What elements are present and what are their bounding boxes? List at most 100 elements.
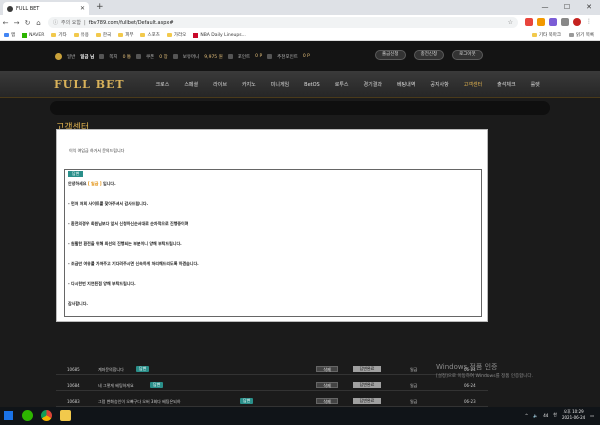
recpoint-value: 0 P (302, 54, 310, 59)
nav-minigame[interactable]: 미니게임 (263, 81, 296, 88)
file-explorer-icon[interactable] (60, 410, 71, 421)
site-logo[interactable]: FULL BET (54, 78, 125, 91)
recpoint-icon (267, 54, 273, 59)
answer-greeting: 안녕하세요 [ 일금 ] 입니다. (68, 181, 116, 186)
profile-avatar-icon[interactable] (573, 18, 581, 26)
bookmark-folder[interactable]: 가라오 (166, 32, 186, 38)
bookmark-folder[interactable]: 기타 (51, 32, 67, 38)
coupon-icon (136, 54, 141, 59)
back-icon[interactable]: ← (0, 19, 11, 27)
puzzle-icon[interactable] (561, 18, 569, 26)
nav-cross[interactable]: 크로스 (148, 81, 177, 88)
coupon-label[interactable]: 쿠폰 (146, 54, 154, 60)
extensions-bar: ⋮ (525, 18, 593, 26)
chrome-icon[interactable] (41, 410, 52, 421)
answer-badge: 답변 (150, 382, 164, 388)
logout-button[interactable]: 로그아웃 (452, 50, 483, 60)
delete-button[interactable]: 삭제 (316, 382, 338, 388)
bookmark-folder[interactable]: 유용 (73, 32, 89, 38)
folder-icon (140, 33, 146, 37)
row-title[interactable]: 계좌문의합니다 (98, 367, 124, 373)
tab-title: FULL BET (16, 5, 40, 12)
answer-line: 감사합니다. (68, 301, 88, 306)
delete-button[interactable]: 삭제 (316, 398, 338, 404)
reading-list-icon (569, 33, 574, 37)
nav-live[interactable]: 라이브 (206, 81, 235, 88)
nav-casino[interactable]: 카지노 (234, 81, 263, 88)
taskbar-apps (22, 410, 71, 421)
clock[interactable]: 오후 10:29 2021-06-24 (562, 409, 585, 421)
row-title[interactable]: 네 그렇게 베팅하게요 (98, 383, 134, 389)
app-icon[interactable] (22, 410, 33, 421)
reload-icon[interactable]: ↻ (22, 19, 33, 27)
level-icon (55, 53, 62, 60)
browser-tab[interactable]: FULL BET ✕ (3, 2, 89, 15)
bookmark-nba[interactable]: NBA Daily Lineups... (193, 32, 246, 38)
window-controls: — ☐ ✕ (534, 0, 600, 15)
nav-betos[interactable]: BetOS (297, 82, 328, 88)
folder-icon (51, 33, 57, 37)
activation-watermark-text: [설정]으로 이동하여 Windows를 정품 인증합니다. (436, 374, 533, 379)
status-badge: 답변완료 (353, 382, 381, 388)
close-tab-icon[interactable]: ✕ (80, 5, 85, 12)
home-icon[interactable]: ⌂ (33, 19, 44, 27)
extension-icon[interactable] (549, 18, 557, 26)
activation-watermark-title: Windows 정품 인증 (436, 363, 498, 371)
answer-line: - 환전의경우 회원님보다 앞서 신청하신순서대로 순차적으로 진행중이며 (68, 221, 189, 226)
bookmark-folder[interactable]: 한국 (95, 32, 111, 38)
nav-special[interactable]: 스페셜 (177, 81, 206, 88)
bookmark-folder[interactable]: 피부 (118, 32, 133, 38)
new-tab-button[interactable]: + (96, 2, 104, 13)
row-date: 06-24 (464, 383, 476, 388)
row-writer: 일금 (410, 383, 418, 388)
nav-bet-history[interactable]: 베팅내역 (389, 81, 422, 88)
nav-attendance[interactable]: 출석체크 (490, 81, 523, 88)
volume-icon[interactable]: 🔈 (533, 413, 538, 418)
withdraw-button[interactable]: 출금신청 (375, 50, 406, 60)
bookmark-folder[interactable]: 스포츠 (140, 32, 160, 38)
tray-chevron-icon[interactable]: ^ (525, 413, 528, 418)
extension-icon[interactable] (525, 18, 533, 26)
status-badge: 답변완료 (353, 366, 381, 372)
table-row[interactable]: 10684 네 그렇게 베팅하게요 답변 삭제 답변완료 일금 06-24 (56, 380, 488, 391)
close-window-icon[interactable]: ✕ (578, 0, 600, 15)
row-date: 06-23 (464, 399, 476, 404)
answer-line: - 다시한번 지연된점 양해 부탁드립니다. (68, 281, 136, 286)
forward-icon[interactable]: → (11, 19, 22, 27)
clock-date: 2021-06-24 (561, 415, 586, 420)
deposit-button[interactable]: 충전신청 (413, 50, 445, 60)
msg-label[interactable]: 쪽지 (109, 54, 117, 60)
row-title[interactable]: 그럼 변화승인이 오빠구다 오버 3회다 베팅은되하 (98, 399, 181, 405)
bookmark-naver[interactable]: NAVER (22, 32, 44, 38)
bookmark-star-icon[interactable]: ☆ (508, 19, 513, 26)
question-detail-panel: 이익 여입금 하거서 문의드립니다 답변 안녕하세요 [ 일금 ] 입니다. -… (56, 129, 488, 322)
bookmark-apps[interactable]: 앱 (4, 32, 15, 38)
table-row[interactable]: 10685 계좌문의합니다 답변 삭제 답변완료 일금 06-24 (56, 364, 488, 375)
point-label: 포인트 (237, 54, 251, 60)
table-row[interactable]: 10683 그럼 변화승인이 오빠구다 오버 3회다 베팅은되하 답변 삭제 답… (56, 396, 488, 407)
menu-dots-icon[interactable]: ⋮ (585, 18, 593, 26)
nav-lotus[interactable]: 로투스 (327, 81, 356, 88)
address-bar[interactable]: ⓘ 주의 요함 | fbv789.com/fullbet/Default.asp… (48, 17, 518, 28)
windows-start-icon[interactable] (4, 411, 13, 420)
minimize-icon[interactable]: — (534, 0, 556, 15)
delete-button[interactable]: 삭제 (316, 366, 338, 372)
browser-tabstrip: FULL BET ✕ + — ☐ ✕ (0, 0, 600, 15)
info-icon[interactable]: ⓘ (53, 19, 58, 26)
other-bookmarks[interactable]: 기타 북마크 (531, 32, 561, 38)
reading-list[interactable]: 읽기 목록 (569, 32, 594, 38)
nav-roulette[interactable]: 룰렛 (523, 81, 547, 88)
notification-icon[interactable]: ▭ (590, 413, 594, 418)
folder-icon (73, 33, 79, 37)
extension-icon[interactable] (537, 18, 545, 26)
maximize-icon[interactable]: ☐ (556, 0, 578, 15)
nav-notice[interactable]: 공지사항 (423, 81, 456, 88)
ime-indicator[interactable]: 한 (553, 412, 557, 418)
taskbar: ^ 🔈 44 한 오후 10:29 2021-06-24 ▭ (0, 407, 600, 425)
money-value: 9,975 원 (204, 54, 223, 60)
account-buttons: 출금신청 충전신청 로그아웃 (375, 50, 483, 60)
nav-results[interactable]: 경기결과 (356, 81, 389, 88)
row-no: 10684 (67, 383, 80, 388)
point-value: 0 P (255, 54, 263, 59)
nav-support[interactable]: 고객센터 (456, 81, 489, 88)
